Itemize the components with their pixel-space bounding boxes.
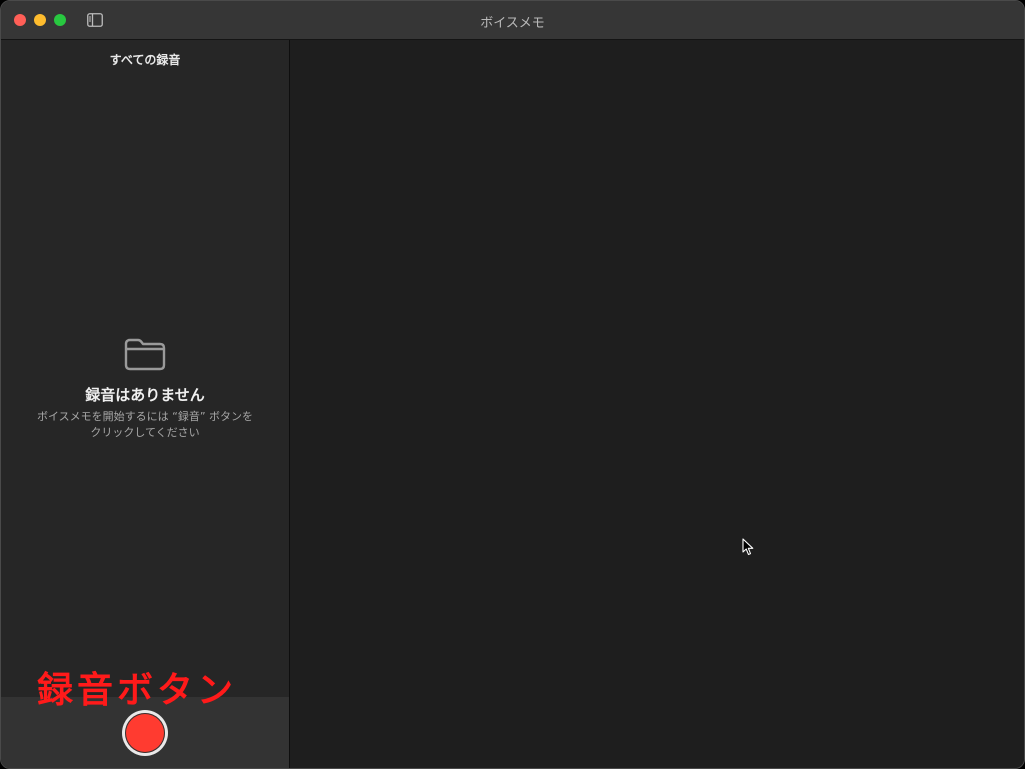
window-title: ボイスメモ: [480, 16, 545, 31]
empty-state-description: ボイスメモを開始するには “録音” ボタンをクリックしてください: [36, 410, 254, 439]
recordings-sidebar: すべての録音 録音はありません ボイスメモを開始するには “録音” ボタンをクリ…: [1, 40, 290, 768]
record-button-annotation: 録音ボタン: [37, 670, 238, 711]
record-button[interactable]: [122, 710, 168, 756]
sidebar-heading: すべての録音: [109, 53, 181, 67]
title-bar: ボイスメモ: [1, 1, 1024, 40]
folder-icon: [124, 338, 166, 371]
empty-state-title: 録音はありません: [85, 386, 205, 404]
mouse-cursor-icon: [742, 538, 754, 556]
record-icon: [125, 713, 165, 753]
voice-memos-window: ボイスメモ すべての録音 録音はありません ボイスメモを開始するには “録音” …: [0, 0, 1025, 769]
empty-state: 録音はありません ボイスメモを開始するには “録音” ボタンをクリックしてくださ…: [1, 336, 289, 441]
detail-pane: [290, 40, 1024, 768]
